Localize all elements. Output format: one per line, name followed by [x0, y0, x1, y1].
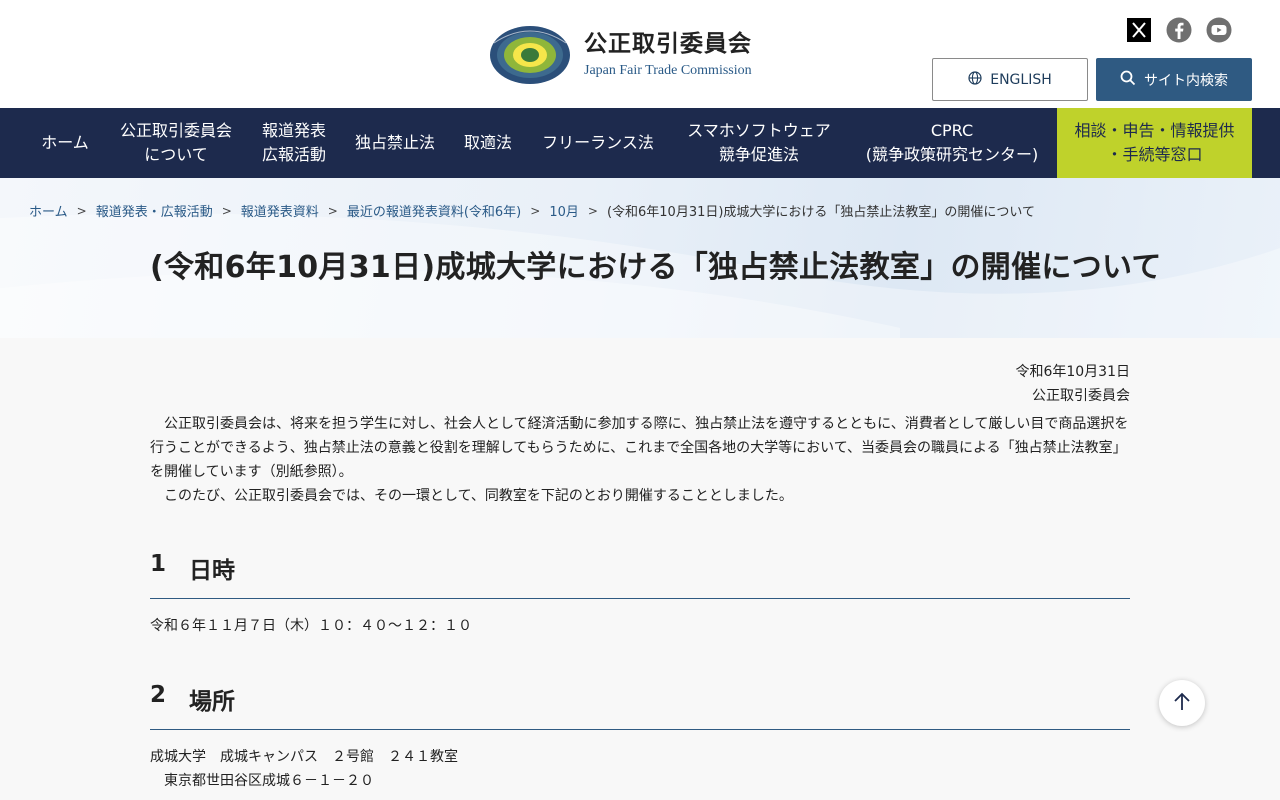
- site-name-ja: 公正取引委員会: [584, 31, 752, 57]
- page-title: (令和6年10月31日)成城大学における「独占禁止法教室」の開催について: [150, 250, 1162, 285]
- youtube-icon[interactable]: [1206, 17, 1232, 43]
- global-nav: ホーム 公正取引委員会 について 報道発表 広報活動 独占禁止法 取適法 フリー…: [0, 108, 1280, 178]
- section-heading-datetime: 1 日時: [150, 551, 1130, 599]
- facebook-icon[interactable]: [1166, 17, 1192, 43]
- nav-item-about[interactable]: 公正取引委員会 について: [110, 108, 242, 178]
- breadcrumb-separator: >: [587, 203, 598, 218]
- nav-item-label: フリーランス法: [542, 133, 654, 152]
- nav-item-smartphone[interactable]: スマホソフトウェア 競争促進法: [674, 108, 844, 178]
- breadcrumb-link-recent[interactable]: 最近の報道発表資料(令和6年): [347, 201, 521, 220]
- site-search-label: サイト内検索: [1144, 72, 1228, 89]
- section-title: 場所: [189, 689, 235, 715]
- arrow-up-icon: [1173, 691, 1191, 715]
- breadcrumb: ホーム > 報道発表・広報活動 > 報道発表資料 > 最近の報道発表資料(令和6…: [29, 201, 1036, 221]
- breadcrumb-separator: >: [221, 203, 232, 218]
- intro-text: 公正取引委員会は、将来を担う学生に対し、社会人として経済活動に参加する際に、独占…: [150, 412, 1130, 508]
- x-icon[interactable]: [1126, 17, 1152, 43]
- issue-info: 令和6年10月31日 公正取引委員会: [1015, 360, 1130, 408]
- nav-item-label: CPRC (競争政策研究センター): [865, 121, 1039, 164]
- search-icon: [1120, 70, 1136, 90]
- section-text-datetime: 令和６年１１月７日（木）１０：４０〜１２：１０: [150, 618, 472, 634]
- issuer: 公正取引委員会: [1032, 388, 1130, 404]
- nav-item-label: 取適法: [463, 133, 512, 152]
- nav-item-freelance[interactable]: フリーランス法: [532, 108, 664, 178]
- nav-item-home[interactable]: ホーム: [29, 108, 101, 178]
- globe-icon: [968, 70, 982, 89]
- breadcrumb-separator: >: [76, 203, 87, 218]
- nav-item-press[interactable]: 報道発表 広報活動: [252, 108, 336, 178]
- breadcrumb-separator: >: [327, 203, 338, 218]
- section-heading-venue: 2 場所: [150, 682, 1130, 730]
- section-number: 1: [150, 551, 167, 577]
- breadcrumb-link-press[interactable]: 報道発表・広報活動: [96, 201, 213, 220]
- breadcrumb-current: (令和6年10月31日)成城大学における「独占禁止法教室」の開催について: [606, 205, 1036, 220]
- section-number: 2: [150, 682, 167, 708]
- nav-item-antimonopoly[interactable]: 独占禁止法: [346, 108, 444, 178]
- social-links: [1126, 17, 1232, 43]
- nav-item-label: ホーム: [41, 133, 89, 152]
- breadcrumb-link-october[interactable]: 10月: [549, 201, 579, 220]
- nav-item-label: スマホソフトウェア 競争促進法: [687, 121, 831, 164]
- back-to-top-button[interactable]: [1159, 680, 1205, 726]
- nav-item-consultation[interactable]: 相談・申告・情報提供 ・手続等窓口: [1057, 108, 1252, 178]
- english-button-label: ENGLISH: [990, 71, 1052, 88]
- breadcrumb-link-releases[interactable]: 報道発表資料: [241, 201, 319, 220]
- nav-item-label: 相談・申告・情報提供 ・手続等窓口: [1074, 121, 1235, 164]
- issue-date: 令和6年10月31日: [1015, 364, 1130, 380]
- jftc-emblem-icon: [488, 23, 572, 87]
- english-button[interactable]: ENGLISH: [932, 58, 1088, 101]
- site-search-button[interactable]: サイト内検索: [1096, 58, 1252, 101]
- intro-paragraph: このたび、公正取引委員会では、その一環として、同教室を下記のとおり開催することと…: [164, 488, 793, 504]
- nav-item-label: 公正取引委員会 について: [119, 121, 232, 164]
- nav-item-subcontract[interactable]: 取適法: [454, 108, 522, 178]
- site-logo[interactable]: 公正取引委員会 Japan Fair Trade Commission: [488, 22, 788, 88]
- nav-item-cprc[interactable]: CPRC (競争政策研究センター): [854, 108, 1050, 178]
- intro-paragraph: 公正取引委員会は、将来を担う学生に対し、社会人として経済活動に参加する際に、独占…: [150, 416, 1129, 480]
- site-header: 公正取引委員会 Japan Fair Trade Commission ENGL…: [0, 0, 1280, 108]
- section-text-venue: 成城大学 成城キャンパス ２号館 ２４１教室 東京都世田谷区成城６－１－２０: [150, 749, 458, 789]
- nav-item-label: 独占禁止法: [354, 133, 435, 152]
- breadcrumb-link-home[interactable]: ホーム: [29, 201, 68, 220]
- section-title: 日時: [189, 558, 235, 584]
- site-name-en: Japan Fair Trade Commission: [584, 63, 752, 78]
- nav-item-label: 報道発表 広報活動: [261, 121, 326, 164]
- breadcrumb-separator: >: [530, 203, 541, 218]
- page-hero: ホーム > 報道発表・広報活動 > 報道発表資料 > 最近の報道発表資料(令和6…: [0, 178, 1280, 338]
